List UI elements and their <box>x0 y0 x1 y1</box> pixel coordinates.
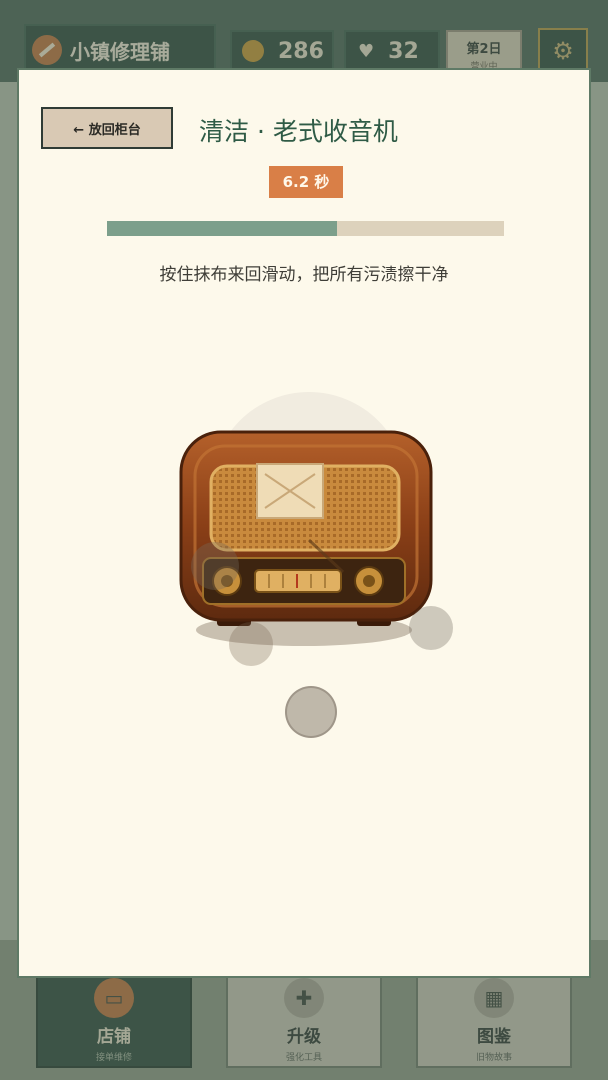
dirt-stain[interactable] <box>229 622 273 666</box>
countdown-timer: 6.2 秒 <box>269 166 343 198</box>
instruction-text: 按住抹布来回滑动，把所有污渍擦干净 <box>159 265 449 285</box>
dirt-stain[interactable] <box>409 606 453 650</box>
cleaning-modal: ← 放回柜台 清洁 · 老式收音机 6.2 秒 按住抹布来回滑动，把所有污渍擦干… <box>17 68 591 978</box>
dirt-stain[interactable] <box>285 686 337 738</box>
cleaning-progress-bar <box>107 221 504 236</box>
cleaning-progress-fill <box>107 221 338 236</box>
modal-title: 清洁 · 老式收音机 <box>199 117 398 146</box>
dirt-stain[interactable] <box>191 542 239 590</box>
return-to-counter-button[interactable]: ← 放回柜台 <box>41 107 173 149</box>
radio-cleaning-area[interactable] <box>159 390 453 738</box>
vintage-radio-icon <box>179 392 433 646</box>
